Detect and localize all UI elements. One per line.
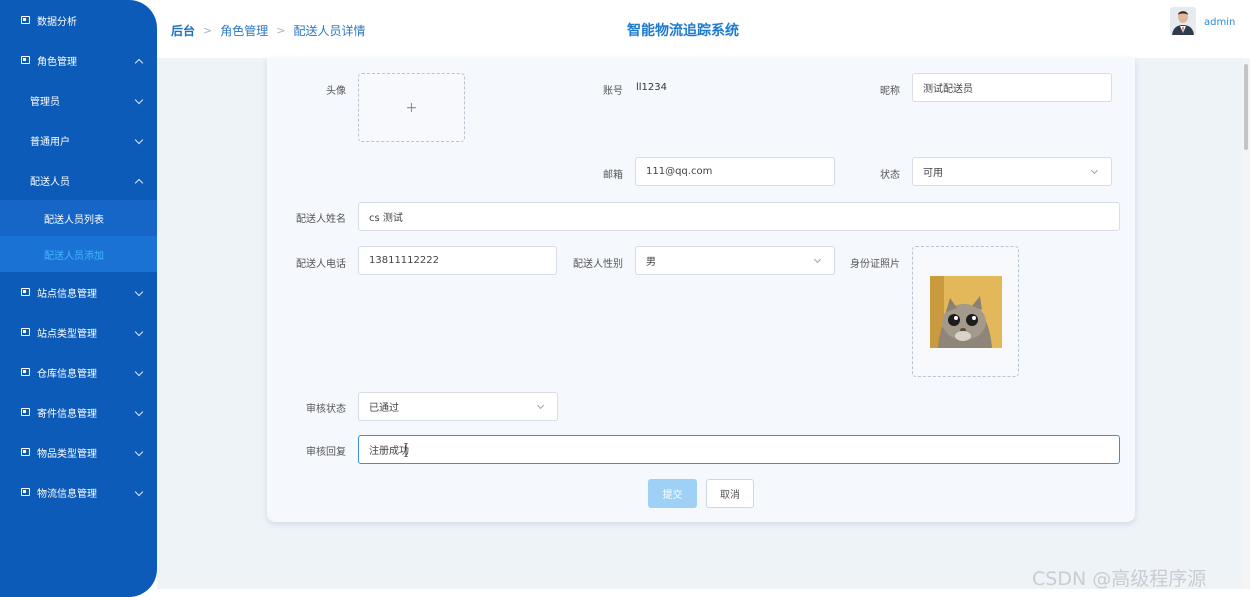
review-reply-label: 审核回复 — [306, 447, 346, 458]
sidebar-item-label: 配送人员 — [30, 176, 70, 188]
text-cursor-icon — [404, 443, 408, 457]
menu-icon — [21, 408, 30, 416]
sidebar-item-data-analysis[interactable]: 数据分析 — [0, 2, 157, 38]
nickname-input[interactable]: 测试配送员 — [912, 73, 1112, 102]
menu-icon — [21, 288, 30, 296]
review-reply-value: 注册成功 — [369, 446, 409, 457]
review-status-label: 审核状态 — [306, 404, 346, 415]
sidebar-item-item-type[interactable]: 物品类型管理 — [0, 434, 157, 470]
sidebar-item-shipment-info[interactable]: 寄件信息管理 — [0, 394, 157, 430]
account-label: 账号 — [603, 86, 623, 97]
email-value: 111@qq.com — [646, 166, 713, 177]
username[interactable]: admin — [1204, 17, 1235, 28]
review-status-select[interactable]: 已通过 — [358, 392, 558, 421]
sidebar-item-label: 站点信息管理 — [37, 288, 97, 300]
gender-value: 男 — [646, 257, 656, 268]
user-avatar-icon — [1170, 7, 1196, 35]
sidebar-item-label: 数据分析 — [37, 16, 77, 28]
name-input[interactable]: cs 测试 — [358, 202, 1120, 231]
chevron-down-icon — [813, 255, 822, 264]
chevron-down-icon — [134, 95, 144, 105]
avatar-upload[interactable]: + — [358, 73, 465, 142]
scrollbar[interactable] — [1242, 58, 1250, 589]
chevron-down-icon — [134, 135, 144, 145]
chevron-right-icon: > — [203, 24, 213, 37]
sidebar-item-label: 管理员 — [30, 96, 60, 108]
chevron-down-icon — [134, 447, 144, 457]
breadcrumb: 后台 > 角色管理 > 配送人员详情 — [171, 22, 365, 39]
email-input[interactable]: 111@qq.com — [635, 157, 835, 186]
breadcrumb-current: 配送人员详情 — [293, 24, 366, 38]
sidebar-item-logistics-info[interactable]: 物流信息管理 — [0, 474, 157, 510]
id-photo-upload[interactable] — [912, 246, 1019, 377]
sidebar-item-site-type[interactable]: 站点类型管理 — [0, 314, 157, 350]
chevron-down-icon — [134, 367, 144, 377]
menu-icon — [21, 488, 30, 496]
cancel-button[interactable]: 取消 — [706, 479, 754, 508]
sidebar-item-site-info[interactable]: 站点信息管理 — [0, 274, 157, 310]
breadcrumb-home[interactable]: 后台 — [171, 22, 195, 39]
scrollbar-thumb[interactable] — [1244, 64, 1248, 150]
page-title: 智能物流追踪系统 — [627, 23, 739, 39]
phone-label: 配送人电话 — [296, 259, 346, 270]
sidebar: 数据分析 角色管理 管理员 普通用户 配送人员 配送人员列表 配送人员添加 站点… — [0, 0, 157, 597]
sidebar-item-warehouse-info[interactable]: 仓库信息管理 — [0, 354, 157, 390]
sidebar-item-normal-user[interactable]: 普通用户 — [0, 122, 157, 158]
menu-icon — [21, 56, 30, 64]
chevron-down-icon — [134, 327, 144, 337]
chevron-up-icon — [134, 58, 144, 68]
status-label: 状态 — [880, 170, 900, 181]
sidebar-item-label: 寄件信息管理 — [37, 408, 97, 420]
chevron-down-icon — [536, 401, 545, 410]
name-value: cs 测试 — [369, 213, 403, 224]
chevron-down-icon — [134, 487, 144, 497]
sidebar-item-delivery-staff[interactable]: 配送人员 — [0, 162, 157, 198]
header: 后台 > 角色管理 > 配送人员详情 智能物流追踪系统 admin — [157, 0, 1250, 58]
watermark: CSDN @高级程序源 — [1032, 568, 1207, 590]
chevron-down-icon — [134, 407, 144, 417]
avatar[interactable] — [1170, 7, 1196, 35]
sidebar-item-label: 仓库信息管理 — [37, 368, 97, 380]
chevron-up-icon — [134, 178, 144, 188]
menu-icon — [21, 16, 30, 24]
chevron-down-icon — [1090, 166, 1099, 175]
menu-icon — [21, 448, 30, 456]
name-label: 配送人姓名 — [296, 214, 346, 225]
sidebar-item-delivery-staff-list[interactable]: 配送人员列表 — [0, 200, 157, 236]
email-label: 邮箱 — [603, 170, 623, 181]
id-photo-image — [929, 275, 1002, 348]
review-reply-input[interactable]: 注册成功 — [358, 435, 1120, 464]
account-value: ll1234 — [636, 82, 668, 93]
sidebar-item-label: 物流信息管理 — [37, 488, 97, 500]
menu-icon — [21, 328, 30, 336]
nickname-label: 昵称 — [880, 86, 900, 97]
nickname-value: 测试配送员 — [923, 84, 973, 95]
status-value: 可用 — [923, 168, 943, 179]
sidebar-item-label: 角色管理 — [37, 56, 77, 68]
id-photo-label: 身份证照片 — [850, 259, 900, 270]
sidebar-item-admin[interactable]: 管理员 — [0, 82, 157, 118]
gender-label: 配送人性别 — [573, 259, 623, 270]
status-select[interactable]: 可用 — [912, 157, 1112, 186]
phone-value: 13811112222 — [369, 255, 439, 266]
submit-button[interactable]: 提交 — [648, 479, 697, 508]
sidebar-item-label: 站点类型管理 — [37, 328, 97, 340]
sidebar-item-role-management[interactable]: 角色管理 — [0, 42, 157, 78]
review-status-value: 已通过 — [369, 403, 399, 414]
avatar-label: 头像 — [326, 86, 346, 97]
sidebar-item-label: 普通用户 — [30, 136, 70, 148]
sidebar-item-delivery-staff-add[interactable]: 配送人员添加 — [0, 236, 157, 272]
gender-select[interactable]: 男 — [635, 246, 835, 275]
chevron-down-icon — [134, 287, 144, 297]
phone-input[interactable]: 13811112222 — [358, 246, 557, 275]
plus-icon: + — [405, 99, 418, 116]
chevron-right-icon: > — [276, 24, 286, 37]
sidebar-item-label: 配送人员添加 — [44, 250, 104, 262]
menu-icon — [21, 368, 30, 376]
sidebar-item-label: 物品类型管理 — [37, 448, 97, 460]
sidebar-item-label: 配送人员列表 — [44, 214, 104, 226]
breadcrumb-role-management[interactable]: 角色管理 — [220, 22, 268, 39]
